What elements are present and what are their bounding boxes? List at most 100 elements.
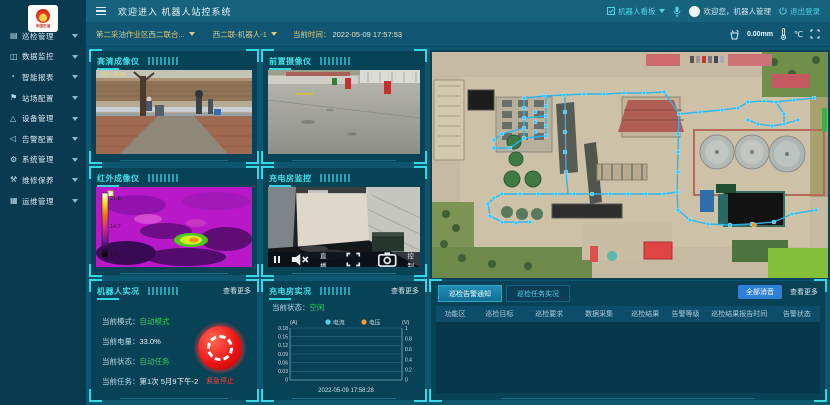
rainfall-value: 0.00mm: [747, 31, 773, 38]
status-row: 当前模式：自动模式: [102, 316, 170, 327]
sidebar: 中国石油 ▤ 巡检管理 ◫ 数据监控 ◔ 智能报表 ⚑ 站场配置 △ 设备管理 …: [0, 0, 86, 405]
chevron-down-icon: [72, 55, 78, 59]
svg-text:0.6: 0.6: [405, 347, 412, 353]
alarm-table-header: 功能区 巡检目标 巡检要求 数据采集 巡检结果 告警等级 巡检结果报告时间 告警…: [436, 306, 820, 322]
alarm-panel: 巡检告警通知 巡检任务实况 全部消音 查看更多 功能区 巡检目标 巡检要求 数据…: [430, 280, 826, 401]
view-more-link[interactable]: 查看更多: [790, 287, 818, 297]
checkbox-icon: [607, 7, 615, 15]
ir-scale-min: 7.9: [110, 252, 118, 258]
monitor-icon: ◫: [10, 53, 22, 61]
hd-camera-feed: 2022-05-09: [96, 70, 252, 154]
tab-task-live[interactable]: 巡检任务实况: [506, 285, 570, 302]
svg-text:0: 0: [285, 378, 288, 384]
petrochina-sun-icon: [36, 9, 50, 23]
svg-text:0.2: 0.2: [405, 368, 412, 374]
sidebar-item-operations[interactable]: ▦ 运维管理: [0, 191, 86, 212]
user-welcome: 欢迎您，机器人管理: [689, 6, 772, 17]
panel-title: 充电房实况: [269, 286, 312, 297]
avatar[interactable]: [689, 6, 700, 17]
map-zoom-control[interactable]: [822, 108, 827, 132]
chevron-down-icon: [72, 158, 78, 162]
chevron-down-icon: [659, 9, 665, 13]
ir-camera-feed: 21.6 14.7 7.9: [96, 187, 252, 267]
barcode-decoration: [320, 287, 350, 295]
robot-select[interactable]: 西二联-机器人-1: [213, 29, 277, 40]
sidebar-item-reports[interactable]: ◔ 智能报表: [0, 67, 86, 88]
svg-text:0.15: 0.15: [278, 335, 288, 341]
view-more-link[interactable]: 查看更多: [223, 286, 251, 296]
aerial-map-image: [432, 52, 828, 278]
panel-title: 红外成像仪: [97, 173, 140, 184]
speaker-muted-icon[interactable]: [286, 252, 315, 267]
status-row: 当前电量：33.0%: [102, 336, 161, 347]
svg-text:1: 1: [405, 326, 408, 332]
hd-camera-panel: 高清成像仪 2022-05-09: [90, 50, 258, 163]
view-more-link[interactable]: 查看更多: [391, 286, 419, 296]
charge-state: 当前状态：空闲: [272, 302, 325, 313]
rain-gauge-icon: [729, 29, 740, 40]
ir-camera-panel: 红外成像仪 21.6 14.7 7.9: [90, 167, 258, 276]
station-select[interactable]: 第二采油作业区西二联合...: [96, 29, 195, 40]
barcode-decoration: [148, 57, 178, 65]
top-header: 欢迎进入 机器人站控系统 机器人看板 欢迎您，机器人管理 退出登录: [86, 0, 830, 22]
panel-title: 高清成像仪: [97, 56, 140, 67]
power-icon: [779, 7, 787, 15]
live-label[interactable]: 直播: [320, 250, 327, 268]
control-label[interactable]: 控制: [408, 250, 415, 268]
video-fullscreen-icon[interactable]: [339, 252, 368, 267]
pause-icon[interactable]: [274, 256, 280, 263]
robot-board-dropdown[interactable]: 机器人看板: [607, 6, 665, 17]
ir-scale-max: 21.6: [110, 196, 121, 202]
svg-text:0.18: 0.18: [278, 326, 288, 332]
fullscreen-icon[interactable]: [810, 29, 820, 39]
emergency-stop-button[interactable]: [198, 326, 242, 370]
legend-dot-current[interactable]: [325, 319, 330, 324]
task-value: 第1次 5月9下午-2: [140, 377, 199, 386]
microphone-icon[interactable]: [673, 6, 681, 17]
logout-button[interactable]: 退出登录: [779, 6, 820, 17]
camera-timestamp-overlay: 2022-05-09: [100, 73, 126, 79]
current-time-value: 2022-05-09 17:57:53: [332, 30, 402, 39]
sidebar-item-device[interactable]: △ 设备管理: [0, 108, 86, 129]
sidebar-item-alarm-config[interactable]: ◁ 告警配置: [0, 129, 86, 150]
alarm-config-icon: ◁: [10, 135, 22, 143]
sidebar-item-data-monitor[interactable]: ◫ 数据监控: [0, 47, 86, 68]
svg-text:(A): (A): [290, 320, 298, 326]
sidebar-item-system[interactable]: ⚙ 系统管理: [0, 150, 86, 171]
ir-scale-mid: 14.7: [110, 224, 121, 230]
celsius-symbol: ℃: [794, 30, 803, 39]
robot-status-panel: 机器人实况 查看更多 当前模式：自动模式 当前电量：33.0% 当前状态：自动任…: [90, 280, 258, 401]
sidebar-menu: ▤ 巡检管理 ◫ 数据监控 ◔ 智能报表 ⚑ 站场配置 △ 设备管理 ◁ 告警配…: [0, 26, 86, 211]
legend-current: 电流: [333, 319, 345, 327]
svg-text:0: 0: [405, 378, 408, 384]
legend-dot-voltage[interactable]: [361, 319, 366, 324]
sidebar-item-inspection[interactable]: ▤ 巡检管理: [0, 26, 86, 47]
tab-alarm-notice[interactable]: 巡检告警通知: [438, 285, 502, 302]
hamburger-menu-icon[interactable]: [96, 7, 106, 16]
barcode-decoration: [148, 174, 178, 182]
alarm-table-body: [436, 322, 820, 393]
mode-value: 自动模式: [140, 317, 170, 326]
ops-icon: ▦: [10, 197, 22, 205]
charge-status-panel: 充电房实况 查看更多 当前状态：空闲 (A) 电流 电压 (V) 0.18 0.…: [262, 280, 426, 401]
mute-all-button[interactable]: 全部消音: [738, 285, 782, 299]
panel-title: 机器人实况: [97, 286, 140, 297]
panel-title: 充电房监控: [269, 173, 312, 184]
sidebar-item-maintenance[interactable]: ⚒ 维修保养: [0, 170, 86, 191]
current-voltage-chart: (A) 电流 电压 (V) 0.18 0.15 0.12 0.09 0.06 0…: [264, 316, 424, 398]
facility-map[interactable]: [430, 50, 830, 280]
sub-toolbar: 第二采油作业区西二联合... 西二联-机器人-1 当前时间： 2022-05-0…: [86, 22, 830, 47]
svg-text:0.03: 0.03: [278, 369, 288, 375]
snapshot-camera-icon[interactable]: [373, 252, 402, 267]
gear-icon: ⚙: [10, 156, 22, 164]
current-time-label: 当前时间：: [293, 29, 331, 40]
page-title: 欢迎进入 机器人站控系统: [118, 5, 232, 18]
barcode-decoration: [148, 287, 178, 295]
status-row: 当前状态：自动任务: [102, 356, 170, 367]
svg-text:0.12: 0.12: [278, 343, 288, 349]
legend-voltage: 电压: [369, 319, 381, 327]
chevron-down-icon: [72, 137, 78, 141]
flag-icon: ⚑: [10, 94, 22, 102]
chart-x-label: 2022-05-09 17:58:28: [318, 388, 374, 394]
sidebar-item-station-config[interactable]: ⚑ 站场配置: [0, 88, 86, 109]
